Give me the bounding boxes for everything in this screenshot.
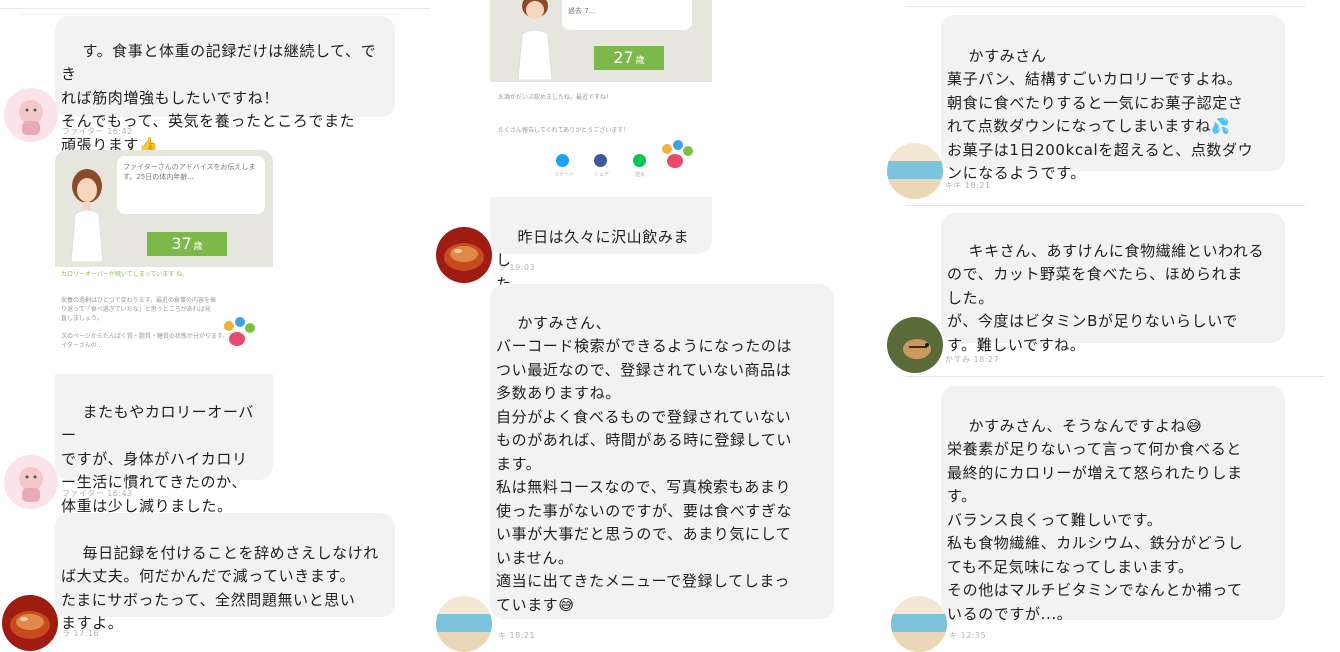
- message-bubble: かすみさん、そうなんですよね😅 栄養素が足りないって言って何か食べると 最終的に…: [941, 386, 1285, 623]
- message-text: かすみさん 菓子パン、結構すごいカロリーですよね。 朝食に食べたりすると一気にお…: [947, 46, 1254, 183]
- card-body-text: たくさん報告してくれてありがとうございます！: [498, 127, 630, 134]
- avatar-beach[interactable]: [436, 596, 492, 652]
- message-bubble: す。食事と体重の記録だけは継続して、でき れば筋肉増強もしたいですね！ そんでも…: [55, 16, 395, 154]
- chat-column-1: す。食事と体重の記録だけは継続して、でき れば筋肉増強もしたいですね！ そんでも…: [0, 0, 430, 652]
- card-headline: カロリーオーバーが続いてしまっています ね。: [61, 271, 189, 278]
- message-meta: かすみ 18:27: [945, 355, 1000, 364]
- divider: [905, 205, 1305, 206]
- advisor-illustration: [517, 0, 553, 80]
- paw-logo-icon: [662, 140, 693, 168]
- avatar-fighter[interactable]: [4, 455, 58, 509]
- message-meta: ラ 17:16: [62, 629, 100, 638]
- divider: [905, 376, 1325, 377]
- message-bubble: かすみさん 菓子パン、結構すごいカロリーですよね。 朝食に食べたりすると一気にお…: [941, 15, 1285, 182]
- advice-speech: ファイターさんのアドバイスをお伝えします。25日の体内年齢...: [117, 156, 265, 214]
- divider: [905, 6, 1305, 7]
- message-meta: キ 18:21: [498, 631, 536, 640]
- line-icon[interactable]: [633, 154, 646, 167]
- advice-card[interactable]: 過去 7... 27 歳 お酒がだいぶ飲めましたね。最近ですね！ たくさん報告して…: [490, 0, 712, 195]
- avatar-tea-cup[interactable]: [436, 227, 492, 283]
- divider: [0, 8, 430, 9]
- message-meta: ラ 19:03: [498, 263, 536, 272]
- divider: [20, 14, 400, 15]
- message-meta: キキ 18:21: [945, 181, 991, 190]
- message-text: キキさん、あすけんに食物繊維といわれる ので、カット野菜を食べたら、ほめられま …: [947, 241, 1265, 354]
- card-body-text: 次のページからたんぱく質・脂質・糖質の状態が分かります。ファイターさんの...: [61, 333, 241, 349]
- advice-speech: 過去 7...: [562, 0, 692, 30]
- card-body-text: お酒がだいぶ飲めましたね。最近ですね！: [498, 94, 613, 101]
- message-bubble: またもやカロリーオーバー ですが、身体がハイカロリ ー生活に慣れてきたのか、 体…: [55, 374, 273, 515]
- message-text: 昨日は久々に沢山飲みまし た: [496, 227, 690, 293]
- advisor-illustration: [70, 169, 104, 262]
- message-meta: ファイター 16:42: [62, 127, 133, 136]
- chat-column-3: かすみさん 菓子パン、結構すごいカロリーですよね。 朝食に食べたりすると一気にお…: [885, 0, 1340, 652]
- message-text: かすみさん、そうなんですよね😅 栄養素が足りないって言って何か食べると 最終的に…: [947, 416, 1244, 623]
- message-meta: キ 12:35: [949, 631, 987, 640]
- paw-logo-icon: [224, 317, 255, 346]
- card-body-text: 栄養の過剰はひとつで変わります。最近の食事の内容を振り返って「食べ過ぎていたな」…: [61, 297, 216, 322]
- avatar-fighter[interactable]: [4, 88, 58, 142]
- advice-card[interactable]: ファイターさんのアドバイスをお伝えします。25日の体内年齢... 37 歳 カロリ…: [55, 150, 273, 372]
- message-bubble: 昨日は久々に沢山飲みまし た: [490, 197, 712, 293]
- twitter-icon[interactable]: [556, 154, 569, 167]
- avatar-beach[interactable]: [891, 596, 947, 652]
- avatar-chipmunk[interactable]: [887, 317, 943, 373]
- message-text: 毎日記録を付けることを辞めさえしなけれ ば大丈夫。何だかんだで減っていきます。 …: [61, 543, 379, 633]
- body-age-badge: 37 歳: [147, 232, 227, 256]
- body-age-badge: 27 歳: [594, 46, 664, 70]
- facebook-icon[interactable]: [594, 154, 607, 167]
- message-bubble: かすみさん、 バーコード検索ができるようになったのは つい最近なので、登録されて…: [490, 284, 834, 619]
- avatar-tea-cup[interactable]: [2, 595, 58, 651]
- avatar-beach[interactable]: [887, 143, 943, 199]
- chat-column-2: 過去 7... 27 歳 お酒がだいぶ飲めましたね。最近ですね！ たくさん報告して…: [430, 0, 885, 652]
- message-text: かすみさん、 バーコード検索ができるようになったのは つい最近なので、登録されて…: [496, 313, 793, 614]
- message-meta: ファイター 16:43: [62, 489, 133, 498]
- message-bubble: キキさん、あすけんに食物繊維といわれる ので、カット野菜を食べたら、ほめられま …: [941, 213, 1285, 354]
- message-bubble: 毎日記録を付けることを辞めさえしなけれ ば大丈夫。何だかんだで減っていきます。 …: [55, 513, 395, 632]
